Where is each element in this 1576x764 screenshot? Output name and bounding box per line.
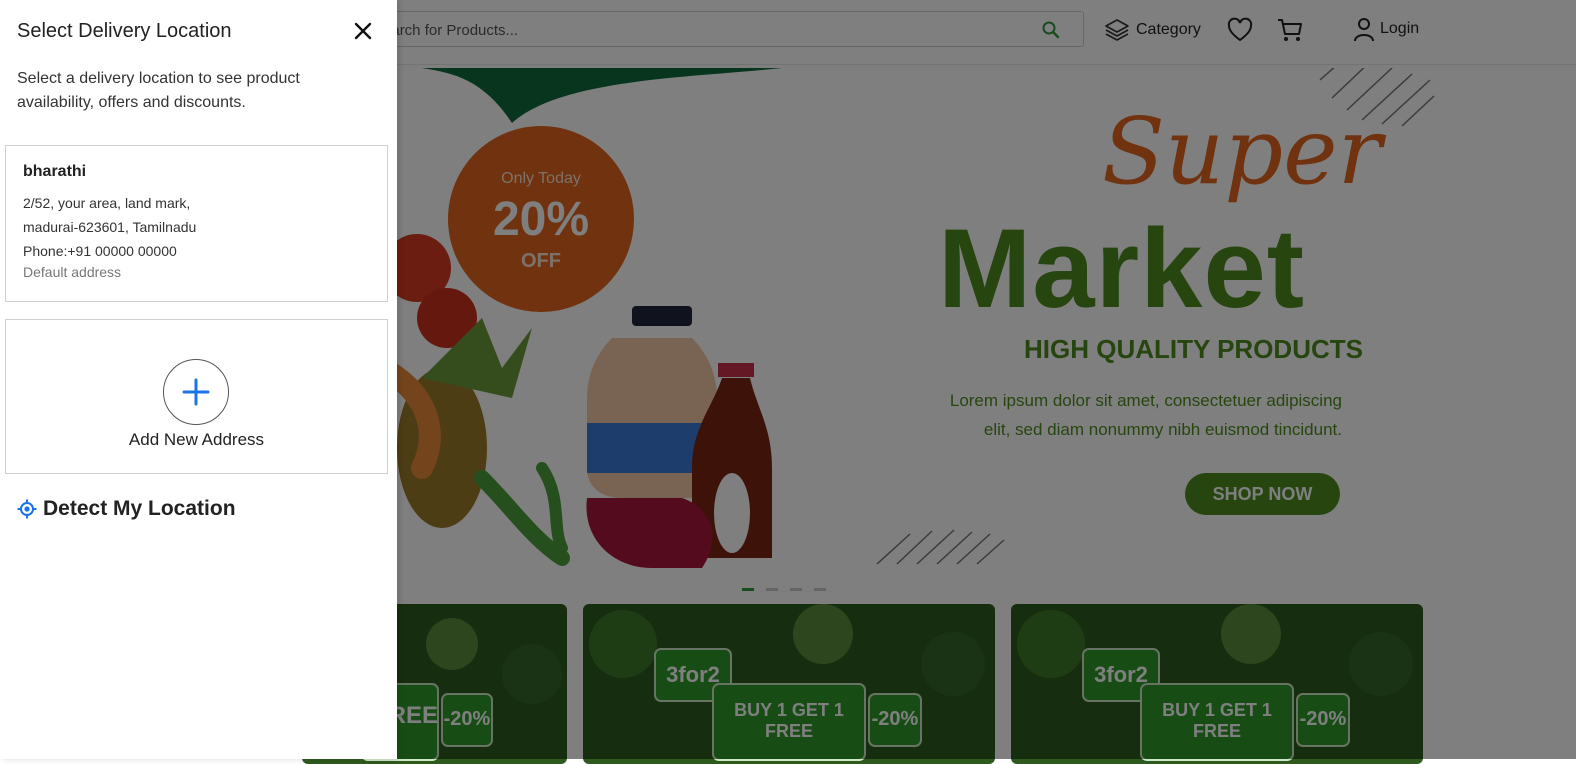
address-phone: Phone:+91 00000 00000 (23, 243, 177, 259)
location-target-icon (17, 499, 37, 519)
add-new-address-button[interactable]: Add New Address (5, 319, 388, 474)
plus-icon (182, 378, 210, 406)
add-new-address-label: Add New Address (128, 430, 265, 449)
detect-location-label: Detect My Location (43, 497, 236, 520)
detect-location-button[interactable]: Detect My Location (17, 497, 236, 521)
add-circle (163, 359, 229, 425)
close-icon[interactable] (352, 20, 374, 42)
drawer-description: Select a delivery location to see produc… (17, 70, 300, 111)
delivery-location-drawer: Select Delivery Location Select a delive… (0, 0, 397, 759)
saved-address-card[interactable]: bharathi 2/52, your area, land mark, mad… (5, 145, 388, 302)
address-line-1: 2/52, your area, land mark, (23, 195, 191, 211)
address-line-2: madurai-623601, Tamilnadu (23, 219, 197, 235)
drawer-title: Select Delivery Location (17, 20, 232, 42)
default-address-tag: Default address (23, 264, 122, 280)
address-name: bharathi (23, 163, 87, 180)
